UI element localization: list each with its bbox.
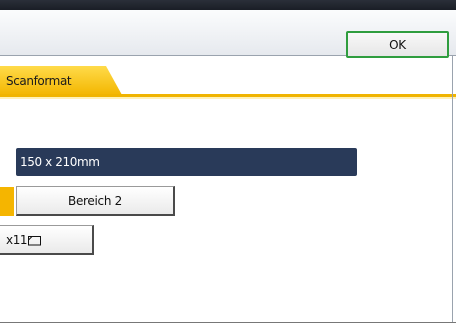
selected-button-edge[interactable] [0,187,14,216]
area-2-button[interactable]: Bereich 2 [16,186,175,216]
right-border [452,55,453,323]
paper-size-label: x11 [6,232,28,247]
title-bar: OK [0,10,456,58]
bottom-border [0,322,456,323]
tab-scanformat-label: Scanformat [6,73,72,88]
top-strip [0,0,456,10]
paper-size-button[interactable]: x11 [0,225,94,255]
landscape-orientation-icon [28,235,42,245]
tab-underline-highlight [0,97,456,99]
scan-size-display[interactable]: 150 x 210mm [16,148,357,176]
ok-button[interactable]: OK [346,31,449,58]
tab-scanformat[interactable]: Scanformat [0,66,122,95]
